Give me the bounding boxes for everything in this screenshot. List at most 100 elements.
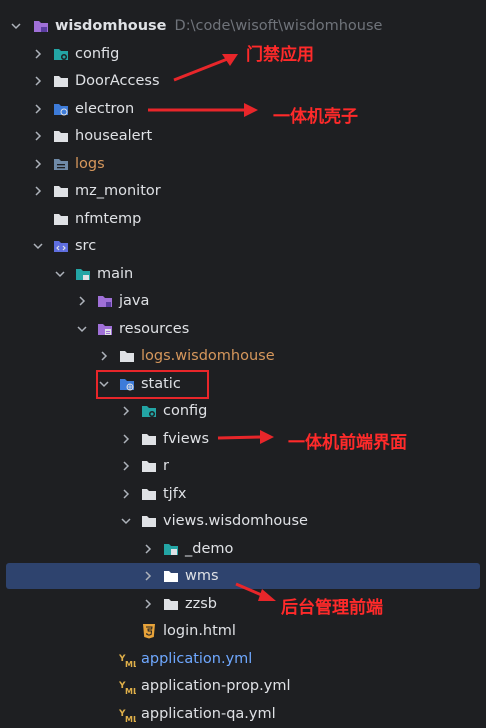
tree-item-label: mz_monitor (75, 183, 161, 199)
chevron-down-icon[interactable] (52, 266, 68, 282)
folder-icon (52, 210, 70, 228)
chevron-down-icon[interactable] (8, 18, 24, 34)
chevron-right-icon[interactable] (118, 403, 134, 419)
svg-text:ML: ML (125, 687, 136, 695)
tree-item-static-config[interactable]: config (118, 398, 486, 424)
root-path: D:\code\wisoft\wisdomhouse (174, 18, 383, 34)
chevron-right-icon[interactable] (96, 348, 112, 364)
tree-item-label: _demo (185, 541, 234, 557)
tree-item-logs-wisdomhouse[interactable]: logs.wisdomhouse (96, 343, 486, 369)
yaml-file-icon: Y ML (118, 650, 136, 668)
svg-text:ML: ML (125, 715, 136, 723)
tree-item-label: application-prop.yml (141, 678, 291, 694)
chevron-right-icon[interactable] (118, 486, 134, 502)
folder-icon (52, 127, 70, 145)
tree-item-main[interactable]: main (52, 261, 486, 287)
folder-icon (162, 595, 180, 613)
test-folder-icon (162, 540, 180, 558)
tree-item-logs[interactable]: logs (30, 151, 486, 177)
tree-root[interactable]: wisdomhouse D:\code\wisoft\wisdomhouse (8, 13, 482, 39)
tree-item-demo[interactable]: _demo (140, 536, 486, 562)
folder-icon (140, 485, 158, 503)
annotation-fviews: 一体机前端界面 (288, 433, 407, 453)
tree-item-label: resources (119, 321, 190, 337)
tree-item-resources[interactable]: resources (74, 316, 486, 342)
chevron-right-icon[interactable] (30, 156, 46, 172)
chevron-right-icon[interactable] (140, 596, 156, 612)
tree-item-label: DoorAccess (75, 73, 160, 89)
tree-item-wms[interactable]: wms (6, 563, 480, 589)
tree-item-label: logs.wisdomhouse (141, 348, 275, 364)
tree-item-application-prop-yml[interactable]: Y ML application-prop.yml (96, 673, 486, 699)
tree-item-label: config (75, 46, 120, 62)
chevron-right-icon[interactable] (30, 73, 46, 89)
tree-item-src[interactable]: src (30, 233, 486, 259)
annotation-door-access: 门禁应用 (246, 45, 314, 65)
config-folder-icon (52, 45, 70, 63)
html5-icon (140, 622, 158, 640)
tree-item-dooraccess[interactable]: DoorAccess (30, 68, 486, 94)
highlight-box (96, 370, 209, 399)
tree-item-label: housealert (75, 128, 153, 144)
folder-icon (118, 347, 136, 365)
tree-item-login-html[interactable]: login.html (118, 618, 486, 644)
chevron-right-icon[interactable] (30, 128, 46, 144)
annotation-wms: 后台管理前端 (281, 598, 383, 618)
chevron-down-icon[interactable] (118, 513, 134, 529)
tree-item-housealert[interactable]: housealert (30, 123, 486, 149)
annotation-electron: 一体机壳子 (273, 107, 358, 127)
source-root-folder-icon (74, 265, 92, 283)
tree-item-label: electron (75, 101, 135, 117)
chevron-right-icon[interactable] (30, 46, 46, 62)
tree-item-label: login.html (163, 623, 236, 639)
tree-item-label: views.wisdomhouse (163, 513, 308, 529)
tree-item-java[interactable]: java (74, 288, 486, 314)
tree-item-label: r (163, 458, 169, 474)
java-source-folder-icon (96, 292, 114, 310)
chevron-down-icon[interactable] (30, 238, 46, 254)
tree-item-label: application.yml (141, 651, 253, 667)
tree-item-electron[interactable]: electron (30, 96, 486, 122)
project-tree: wisdomhouse D:\code\wisoft\wisdomhouse c… (0, 0, 486, 728)
config-folder-icon (140, 402, 158, 420)
tree-item-label: src (75, 238, 97, 254)
tree-item-label: tjfx (163, 486, 187, 502)
resources-folder-icon (96, 320, 114, 338)
chevron-right-icon[interactable] (30, 101, 46, 117)
svg-text:ML: ML (125, 660, 136, 668)
tree-item-label: main (97, 266, 134, 282)
chevron-right-icon[interactable] (118, 458, 134, 474)
folder-icon (140, 457, 158, 475)
tree-item-views-wisdomhouse[interactable]: views.wisdomhouse (118, 508, 486, 534)
yaml-file-icon: Y ML (118, 705, 136, 723)
excluded-folder-icon (52, 155, 70, 173)
tree-item-label: nfmtemp (75, 211, 142, 227)
tree-item-label: zzsb (185, 596, 217, 612)
folder-icon (140, 430, 158, 448)
tree-item-label: wms (185, 568, 219, 584)
yaml-file-icon: Y ML (118, 677, 136, 695)
tree-item-nfmtemp[interactable]: nfmtemp (30, 206, 486, 232)
source-folder-icon (52, 237, 70, 255)
tree-item-application-qa-yml[interactable]: Y ML application-qa.yml (96, 701, 486, 727)
root-label: wisdomhouse (55, 18, 167, 34)
tree-item-r[interactable]: r (118, 453, 486, 479)
tree-item-label: application-qa.yml (141, 706, 276, 722)
chevron-right-icon[interactable] (30, 183, 46, 199)
chevron-right-icon[interactable] (140, 568, 156, 584)
folder-icon (162, 567, 180, 585)
tree-item-application-yml[interactable]: Y ML application.yml (96, 646, 486, 672)
chevron-right-icon[interactable] (74, 293, 90, 309)
module-folder-icon (32, 17, 50, 35)
tree-item-mz-monitor[interactable]: mz_monitor (30, 178, 486, 204)
chevron-right-icon[interactable] (140, 541, 156, 557)
folder-icon (52, 182, 70, 200)
tree-item-label: logs (75, 156, 105, 172)
web-folder-icon (52, 100, 70, 118)
tree-item-tjfx[interactable]: tjfx (118, 481, 486, 507)
tree-item-label: java (119, 293, 150, 309)
folder-icon (140, 512, 158, 530)
chevron-right-icon[interactable] (118, 431, 134, 447)
tree-item-label: config (163, 403, 208, 419)
chevron-down-icon[interactable] (74, 321, 90, 337)
